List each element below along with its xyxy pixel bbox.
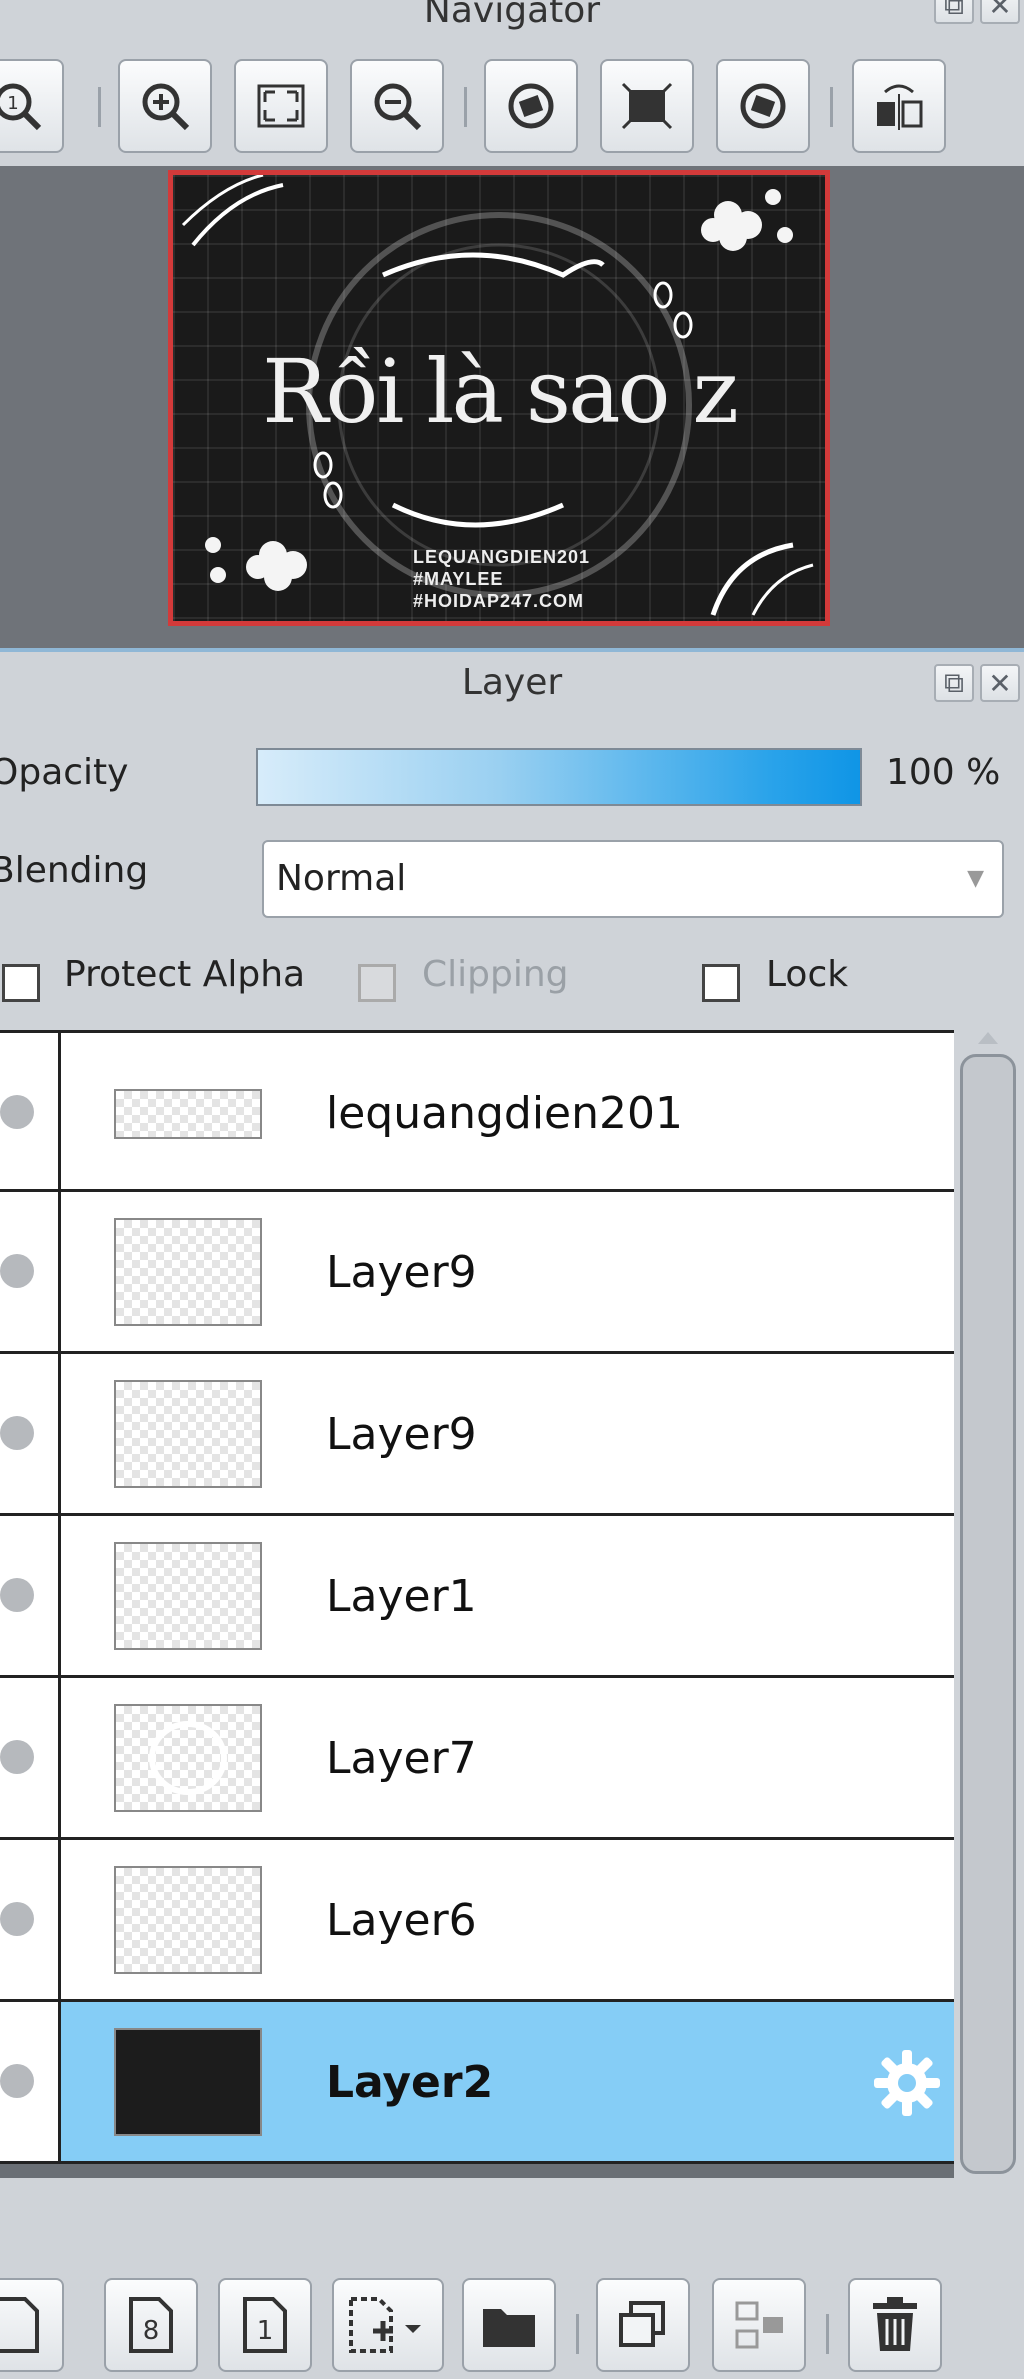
visibility-icon[interactable]: [0, 1416, 34, 1450]
folder-icon[interactable]: [462, 2278, 556, 2372]
layer-name: Layer2: [326, 2057, 494, 2108]
blending-label: Blending: [0, 850, 149, 891]
duplicate-layer-icon[interactable]: [596, 2278, 690, 2372]
layer-panel-title: Layer: [461, 662, 563, 703]
clipping-label: Clipping: [422, 954, 569, 995]
layer-name: Layer6: [326, 1895, 477, 1946]
layer-thumbnail: [114, 1089, 262, 1139]
layer-row[interactable]: Layer9: [0, 1354, 954, 1516]
layer-name: Layer1: [326, 1571, 477, 1622]
visibility-icon[interactable]: [0, 1740, 34, 1774]
svg-text:1: 1: [7, 93, 18, 114]
gear-icon[interactable]: [870, 2046, 944, 2120]
reset-rotation-icon[interactable]: [600, 59, 694, 153]
flip-horizontal-icon[interactable]: [852, 59, 946, 153]
clipping-checkbox[interactable]: [358, 964, 396, 1002]
protect-alpha-label: Protect Alpha: [64, 954, 306, 995]
close-icon[interactable]: ✕: [980, 0, 1020, 24]
layer-thumbnail: [114, 1542, 262, 1650]
chevron-down-icon: ▼: [967, 866, 984, 891]
layer-scrollbar[interactable]: [958, 1030, 1020, 2194]
rotate-right-icon[interactable]: [716, 59, 810, 153]
popout-icon[interactable]: ⧉: [934, 664, 974, 702]
layer-thumbnail: [114, 1704, 262, 1812]
navigator-view[interactable]: Rồi là sao z LEQUANGDIEN201 #MAYLEE #HOI…: [0, 166, 1024, 648]
artwork-credit-1: LEQUANGDIEN201: [413, 547, 591, 567]
layer-thumbnail: [114, 1380, 262, 1488]
new-1bit-layer-icon[interactable]: 1: [218, 2278, 312, 2372]
layer-panel: Layer ⧉ ✕ Opacity 100 % Blending Normal …: [0, 648, 1024, 2379]
scroll-up-icon[interactable]: [978, 1032, 998, 1044]
lock-checkbox[interactable]: [702, 964, 740, 1002]
visibility-icon[interactable]: [0, 1578, 34, 1612]
opacity-slider[interactable]: [256, 748, 862, 806]
layer-thumbnail: [114, 2028, 262, 2136]
svg-text:8: 8: [143, 2316, 160, 2346]
layer-list: lequangdien201 Layer9 Layer9 Layer1 Laye…: [0, 1030, 954, 2178]
opacity-label: Opacity: [0, 752, 129, 793]
layer-row[interactable]: Layer6: [0, 1840, 954, 2002]
layer-row[interactable]: lequangdien201: [0, 1030, 954, 1192]
layer-thumbnail: [114, 1866, 262, 1974]
layer-name: Layer9: [326, 1247, 477, 1298]
blending-select[interactable]: Normal ▼: [262, 840, 1004, 918]
close-icon[interactable]: ✕: [980, 664, 1020, 702]
delete-layer-icon[interactable]: [848, 2278, 942, 2372]
layer-row[interactable]: Layer7: [0, 1678, 954, 1840]
layer-row[interactable]: Layer1: [0, 1516, 954, 1678]
scroll-thumb[interactable]: [960, 1054, 1016, 2174]
protect-alpha-checkbox[interactable]: [2, 964, 40, 1002]
blending-value: Normal: [276, 858, 407, 899]
visibility-icon[interactable]: [0, 1902, 34, 1936]
zoom-in-icon[interactable]: [118, 59, 212, 153]
visibility-icon[interactable]: [0, 1254, 34, 1288]
layer-toolbar: 8 1: [0, 2270, 1024, 2375]
visibility-icon[interactable]: [0, 1095, 34, 1129]
fit-screen-icon[interactable]: [234, 59, 328, 153]
navigator-toolbar: 1: [0, 55, 1024, 157]
add-layer-dropdown-icon[interactable]: [332, 2278, 444, 2372]
merge-down-icon[interactable]: [712, 2278, 806, 2372]
opacity-value: 100 %: [886, 752, 1001, 793]
zoom-out-icon[interactable]: [350, 59, 444, 153]
new-layer-icon[interactable]: [0, 2278, 64, 2372]
layer-row-selected[interactable]: Layer2: [0, 2002, 954, 2164]
layer-row[interactable]: Layer9: [0, 1192, 954, 1354]
visibility-icon[interactable]: [0, 2064, 34, 2098]
new-8bit-layer-icon[interactable]: 8: [104, 2278, 198, 2372]
layer-name: Layer9: [326, 1409, 477, 1460]
svg-text:1: 1: [257, 2316, 274, 2346]
artwork-credit-3: #HOIDAP247.COM: [413, 591, 585, 611]
rotate-left-icon[interactable]: [484, 59, 578, 153]
artwork-title: Rồi là sao z: [262, 340, 739, 443]
popout-icon[interactable]: ⧉: [934, 0, 974, 24]
navigator-title: Navigator: [423, 0, 601, 31]
navigator-preview[interactable]: Rồi là sao z LEQUANGDIEN201 #MAYLEE #HOI…: [168, 170, 830, 626]
zoom-actual-icon[interactable]: 1: [0, 59, 64, 153]
lock-label: Lock: [766, 954, 849, 995]
layer-thumbnail: [114, 1218, 262, 1326]
layer-name: Layer7: [326, 1733, 477, 1784]
artwork-credit-2: #MAYLEE: [413, 569, 504, 589]
layer-name: lequangdien201: [326, 1088, 683, 1139]
